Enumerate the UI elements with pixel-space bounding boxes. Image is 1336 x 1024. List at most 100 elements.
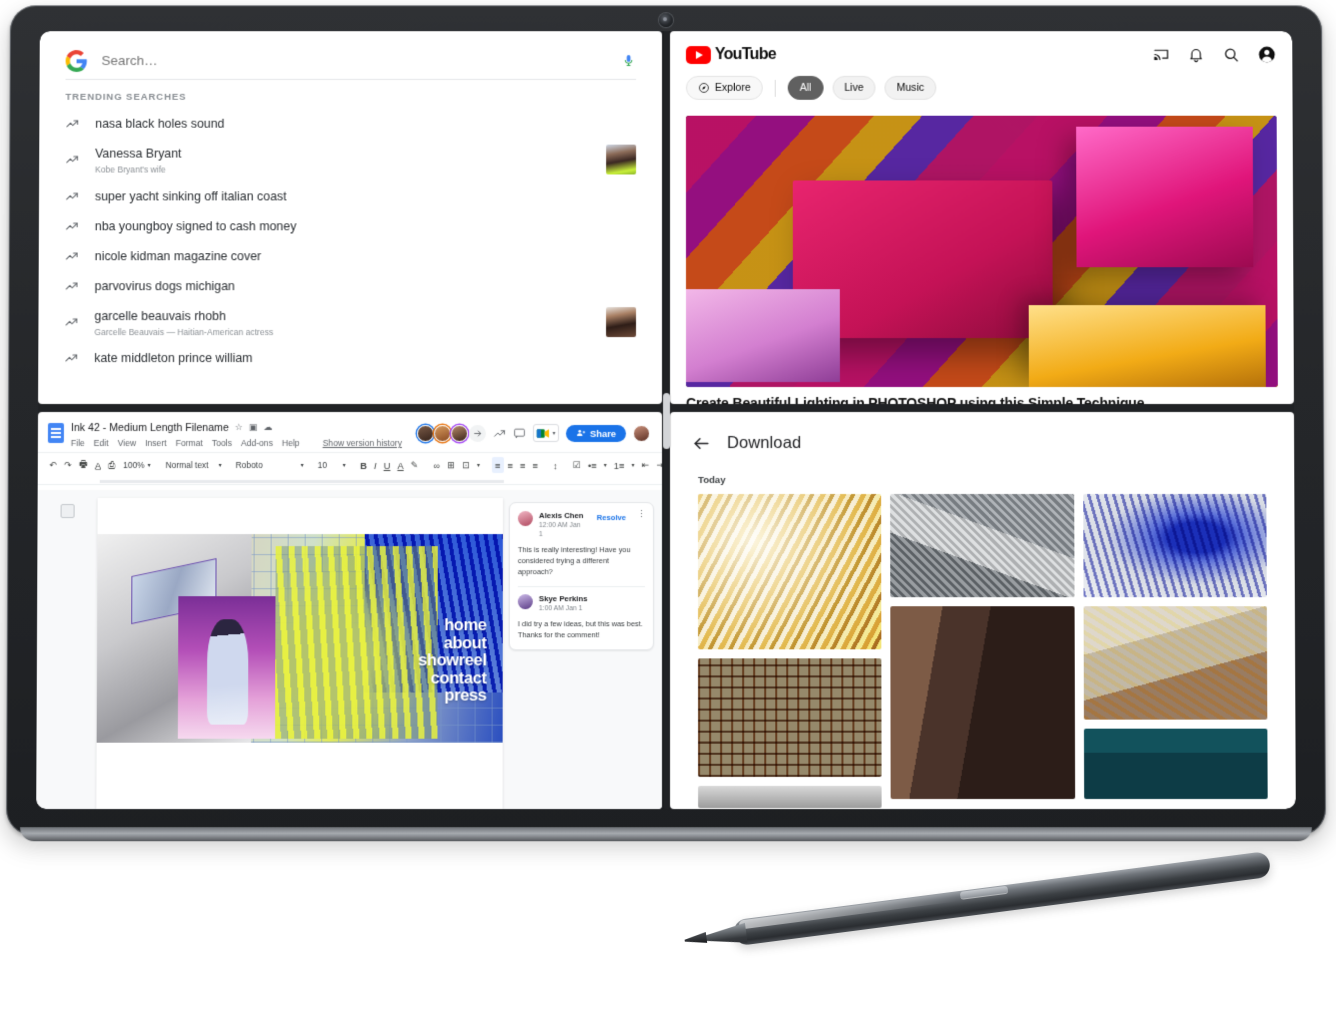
checklist-icon[interactable]: ☑ <box>569 457 584 473</box>
account-icon[interactable] <box>1257 45 1276 64</box>
font-family-selector[interactable]: Roboto ▾ <box>233 459 307 471</box>
share-button[interactable]: Share <box>565 424 626 442</box>
increase-indent-icon[interactable]: ⇥ <box>653 457 662 473</box>
collaborator-avatar-3[interactable] <box>450 424 468 442</box>
align-right-icon[interactable]: ≡ <box>516 457 529 473</box>
meet-icon[interactable]: ▾ <box>532 423 559 442</box>
paint-format-icon[interactable]: ⎙ <box>105 457 120 473</box>
list-item[interactable]: kate middleton prince william <box>38 344 662 374</box>
list-item[interactable]: super yacht sinking off italian coast <box>39 181 662 211</box>
link-icon[interactable]: ∞ <box>430 457 444 473</box>
underline-button[interactable]: U <box>380 457 394 473</box>
trend-title: nasa black holes sound <box>95 116 225 131</box>
rope-knot-teal-background-photo[interactable] <box>1083 728 1268 799</box>
horizontal-split-divider-right[interactable] <box>668 404 1294 413</box>
bulleted-list-icon[interactable]: •≡ <box>585 457 601 473</box>
list-item[interactable]: Vanessa Bryant Kobe Bryant's wife <box>39 139 662 182</box>
video-title[interactable]: Create Beautiful Lighting in PHOTOSHOP u… <box>686 395 1278 404</box>
bold-button[interactable]: B <box>357 457 371 473</box>
more-collaborators-icon[interactable] <box>468 424 486 442</box>
document-title[interactable]: Ink 42 - Medium Length Filename <box>71 421 229 433</box>
comment-header: Alexis Chen 12:00 AM Jan 1 Resolve ⋮ <box>517 509 646 540</box>
teal-rope-chain-photo[interactable] <box>890 606 1075 799</box>
resolve-button[interactable]: Resolve <box>592 511 631 524</box>
white-rope-knot-lattice-photo[interactable] <box>890 494 1075 598</box>
menu-file[interactable]: File <box>71 438 85 448</box>
insert-dropdown-icon[interactable]: ▾ <box>473 457 483 473</box>
search-icon[interactable] <box>1222 46 1239 63</box>
trending-icon[interactable] <box>493 426 506 439</box>
highlight-icon[interactable]: ✎ <box>407 457 422 473</box>
text-color-button[interactable]: A <box>394 457 407 473</box>
youtube-logo[interactable]: YouTube <box>685 45 776 64</box>
partial-photo-bottom-left[interactable] <box>698 785 882 809</box>
zoom-level-selector[interactable]: 100% ▾ <box>119 459 154 471</box>
collaborator-avatar-1[interactable] <box>416 424 434 442</box>
redo-icon[interactable]: ↷ <box>61 457 76 473</box>
decrease-indent-icon[interactable]: ⇤ <box>638 457 653 473</box>
numbered-list-icon[interactable]: 1≡ <box>610 457 628 473</box>
align-center-icon[interactable]: ≡ <box>504 457 517 473</box>
menu-help[interactable]: Help <box>282 438 300 448</box>
menu-edit[interactable]: Edit <box>94 438 109 448</box>
google-search-pane: TRENDING SEARCHES nasa black holes sound <box>38 31 663 405</box>
line-spacing-icon[interactable]: ↕ <box>549 457 561 473</box>
list-item[interactable]: parvovirus dogs michigan <box>39 271 662 301</box>
artwork-yellow-coral <box>275 546 438 739</box>
google-g-logo <box>65 49 88 72</box>
rope-tied-beam-photo[interactable] <box>1083 606 1268 720</box>
font-size-selector[interactable]: 10 ▾ <box>315 459 349 471</box>
gallery-column-2 <box>890 494 1075 808</box>
print-icon[interactable]: 🖶 <box>75 457 91 473</box>
search-bar[interactable] <box>40 31 662 72</box>
numbered-list-dropdown-icon[interactable]: ▾ <box>628 457 638 473</box>
star-icon[interactable]: ☆ <box>235 422 243 433</box>
search-input[interactable] <box>101 49 607 72</box>
list-item[interactable]: nba youngboy signed to cash money <box>39 211 662 241</box>
back-arrow-icon[interactable] <box>692 434 711 453</box>
account-avatar[interactable] <box>632 424 650 442</box>
comment-thread[interactable]: Alexis Chen 12:00 AM Jan 1 Resolve ⋮ Thi… <box>508 502 654 651</box>
docs-menubar: File Edit View Insert Format Tools Add-o… <box>71 438 402 448</box>
insert-image-icon[interactable]: ⊡ <box>459 457 474 473</box>
document-page[interactable]: home about showreel contact press <box>96 498 503 810</box>
paragraph-style-selector[interactable]: Normal text ▾ <box>163 459 225 471</box>
menu-tools[interactable]: Tools <box>212 438 232 448</box>
add-comment-icon[interactable]: ⊞ <box>444 457 459 473</box>
spellcheck-icon[interactable]: A̲ <box>91 457 104 473</box>
list-item[interactable]: garcelle beauvais rhobh Garcelle Beauvai… <box>38 301 662 344</box>
list-item[interactable]: nicole kidman magazine cover <box>39 241 662 271</box>
align-left-icon[interactable]: ≡ <box>491 457 504 474</box>
rusted-grid-photo[interactable] <box>698 658 882 777</box>
menu-addons[interactable]: Add-ons <box>241 438 273 448</box>
cast-icon[interactable] <box>1153 46 1170 63</box>
bell-icon[interactable] <box>1188 46 1205 63</box>
chip-all[interactable]: All <box>787 75 824 100</box>
undo-icon[interactable]: ↶ <box>46 457 61 473</box>
move-to-folder-icon[interactable]: ▣ <box>249 422 258 433</box>
align-justify-icon[interactable]: ≡ <box>529 457 542 473</box>
chip-music[interactable]: Music <box>884 75 937 100</box>
compass-icon <box>698 82 710 94</box>
split-drag-handle[interactable] <box>662 393 671 450</box>
collaborator-avatar-2[interactable] <box>433 424 451 442</box>
video-thumbnail[interactable] <box>685 115 1278 388</box>
italic-button[interactable]: I <box>370 457 380 473</box>
menu-insert[interactable]: Insert <box>145 438 167 448</box>
show-version-history-link[interactable]: Show version history <box>323 438 402 448</box>
front-camera <box>659 13 673 28</box>
menu-view[interactable]: View <box>118 438 137 448</box>
explore-button[interactable]: Explore <box>685 75 763 100</box>
microphone-icon[interactable] <box>620 51 636 71</box>
docs-ruler[interactable] <box>37 477 662 486</box>
menu-format[interactable]: Format <box>176 438 203 448</box>
blue-glass-shards-photo[interactable] <box>1082 494 1267 598</box>
gold-rope-coil-photo[interactable] <box>698 494 882 650</box>
chip-live[interactable]: Live <box>832 75 876 100</box>
horizontal-split-divider-left[interactable] <box>38 404 665 413</box>
comment-options-icon[interactable]: ⋮ <box>637 509 646 519</box>
list-item[interactable]: nasa black holes sound <box>39 109 662 139</box>
document-outline-icon[interactable] <box>60 504 75 519</box>
comment-history-icon[interactable] <box>513 426 526 439</box>
bulleted-list-dropdown-icon[interactable]: ▾ <box>600 457 610 473</box>
